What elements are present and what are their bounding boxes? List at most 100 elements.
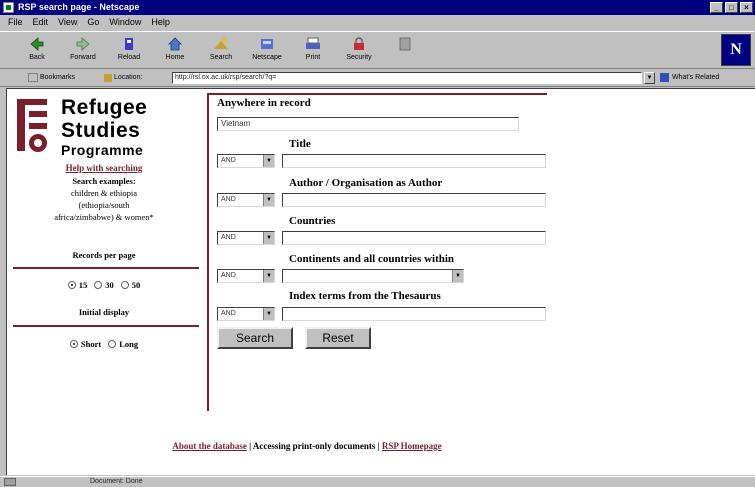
menu-view[interactable]: View xyxy=(58,15,77,29)
stop-button[interactable] xyxy=(382,32,428,68)
bookmarks-button[interactable]: Bookmarks xyxy=(28,70,75,85)
netscape-label: Netscape xyxy=(252,54,282,61)
continents-select[interactable]: ▼ xyxy=(282,269,464,283)
index-operator-select[interactable]: AND ▼ xyxy=(217,307,275,321)
continents-operator-value: AND xyxy=(221,272,236,279)
title-input[interactable] xyxy=(282,154,546,168)
search-examples-heading: Search examples: xyxy=(72,176,136,186)
index-terms-label: Index terms from the Thesaurus xyxy=(289,290,441,302)
sidebar-divider xyxy=(13,267,199,269)
logo-text-studies: Studies xyxy=(61,119,141,142)
records-30-radio[interactable] xyxy=(94,281,103,289)
author-operator-value: AND xyxy=(221,196,236,203)
anywhere-input[interactable]: Vietnam xyxy=(217,117,519,131)
chevron-down-icon: ▼ xyxy=(263,308,274,320)
menu-go[interactable]: Go xyxy=(87,15,99,29)
menu-window[interactable]: Window xyxy=(109,15,141,29)
search-button-toolbar[interactable]: Search xyxy=(198,32,244,68)
menu-edit[interactable]: Edit xyxy=(33,15,49,29)
rsp-homepage-link[interactable]: RSP Homepage xyxy=(382,441,442,451)
whats-related-icon xyxy=(660,73,669,82)
status-text: Document: Done xyxy=(90,478,143,485)
reload-button[interactable]: Reload xyxy=(106,32,152,68)
security-icon xyxy=(350,35,368,53)
records-per-page-options: 15 30 50 xyxy=(7,280,201,290)
minimize-button[interactable]: _ xyxy=(710,2,723,13)
display-long-label: Long xyxy=(119,339,139,349)
form-left-rule xyxy=(207,93,209,411)
url-input[interactable]: http://rsl.ox.ac.uk/rsp/search/?q= xyxy=(172,72,642,84)
forward-label: Forward xyxy=(70,54,96,61)
print-button[interactable]: Print xyxy=(290,32,336,68)
netscape-throbber-logo: N xyxy=(721,34,751,66)
display-short-radio[interactable] xyxy=(69,340,78,348)
search-button[interactable]: Search xyxy=(217,327,293,349)
accessing-print-text: Accessing print-only documents xyxy=(252,441,376,451)
continents-operator-select[interactable]: AND ▼ xyxy=(217,269,275,283)
search-example-line: children & ethiopia xyxy=(70,188,138,198)
search-icon xyxy=(212,35,230,53)
navigation-toolbar: Back Forward Reload Home Search Netscape xyxy=(0,31,755,69)
chevron-down-icon: ▼ xyxy=(263,194,274,206)
reset-button[interactable]: Reset xyxy=(305,327,371,349)
bookmark-icon xyxy=(28,73,38,82)
initial-display-label: Initial display xyxy=(78,307,130,317)
title-operator-select[interactable]: AND ▼ xyxy=(217,154,275,168)
reload-icon xyxy=(120,35,138,53)
countries-operator-select[interactable]: AND ▼ xyxy=(217,231,275,245)
help-with-searching-link[interactable]: Help with searching xyxy=(7,163,201,173)
bookmarks-label: Bookmarks xyxy=(40,74,76,81)
location-bar: Bookmarks Location: http://rsl.ox.ac.uk/… xyxy=(0,70,755,87)
about-database-link[interactable]: About the database xyxy=(172,441,247,451)
display-long-radio[interactable] xyxy=(108,340,117,348)
author-input[interactable] xyxy=(282,193,546,207)
countries-operator-value: AND xyxy=(221,234,236,241)
location-label: Location: xyxy=(114,74,143,81)
whats-related-label: What's Related xyxy=(672,74,720,81)
maximize-button[interactable]: □ xyxy=(725,2,738,13)
initial-display-options: Short Long xyxy=(7,339,201,349)
print-icon xyxy=(304,35,322,53)
netscape-icon xyxy=(258,35,276,53)
forward-button[interactable]: Forward xyxy=(60,32,106,68)
anywhere-label: Anywhere in record xyxy=(217,97,311,109)
author-operator-select[interactable]: AND ▼ xyxy=(217,193,275,207)
continents-label: Continents and all countries within xyxy=(289,253,455,265)
menu-help[interactable]: Help xyxy=(151,15,170,29)
netscape-app-icon xyxy=(3,2,14,13)
search-example-line: africa/zimbabwe) & women* xyxy=(54,212,154,222)
form-top-rule xyxy=(207,93,547,95)
countries-input[interactable] xyxy=(282,231,546,245)
menu-bar: File Edit View Go Window Help xyxy=(0,15,755,29)
author-label: Author / Organisation as Author xyxy=(289,177,443,189)
whats-related-button[interactable]: What's Related xyxy=(660,70,719,85)
location-label-group: Location: xyxy=(104,70,142,85)
chevron-down-icon: ▼ xyxy=(263,270,274,282)
title-label: Title xyxy=(289,138,311,150)
records-per-page-label: Records per page xyxy=(72,250,136,260)
window-title-bar[interactable]: RSP search page - Netscape _ □ × xyxy=(0,0,755,15)
index-terms-input[interactable] xyxy=(282,307,546,321)
page-proxy-icon xyxy=(104,73,112,82)
close-button[interactable]: × xyxy=(740,2,753,13)
netscape-button[interactable]: Netscape xyxy=(244,32,290,68)
page-content: Refugee Studies Programme Help with sear… xyxy=(6,88,755,475)
title-operator-value: AND xyxy=(221,157,236,164)
records-15-radio[interactable] xyxy=(67,281,76,289)
window-title: RSP search page - Netscape xyxy=(18,2,140,12)
records-15-label: 15 xyxy=(78,280,88,290)
records-50-radio[interactable] xyxy=(120,281,129,289)
home-button[interactable]: Home xyxy=(152,32,198,68)
search-examples: Search examples: children & ethiopia (et… xyxy=(7,175,201,223)
footer-links: About the database | Accessing print-onl… xyxy=(7,441,607,451)
security-button[interactable]: Security xyxy=(336,32,382,68)
back-button[interactable]: Back xyxy=(14,32,60,68)
chevron-down-icon: ▼ xyxy=(452,270,463,282)
index-operator-value: AND xyxy=(221,310,236,317)
records-30-label: 30 xyxy=(105,280,114,290)
search-label: Search xyxy=(209,54,233,61)
menu-file[interactable]: File xyxy=(8,15,23,29)
url-dropdown-button[interactable]: ▼ xyxy=(644,72,655,84)
sidebar-divider xyxy=(13,325,199,327)
chevron-down-icon: ▼ xyxy=(263,232,274,244)
